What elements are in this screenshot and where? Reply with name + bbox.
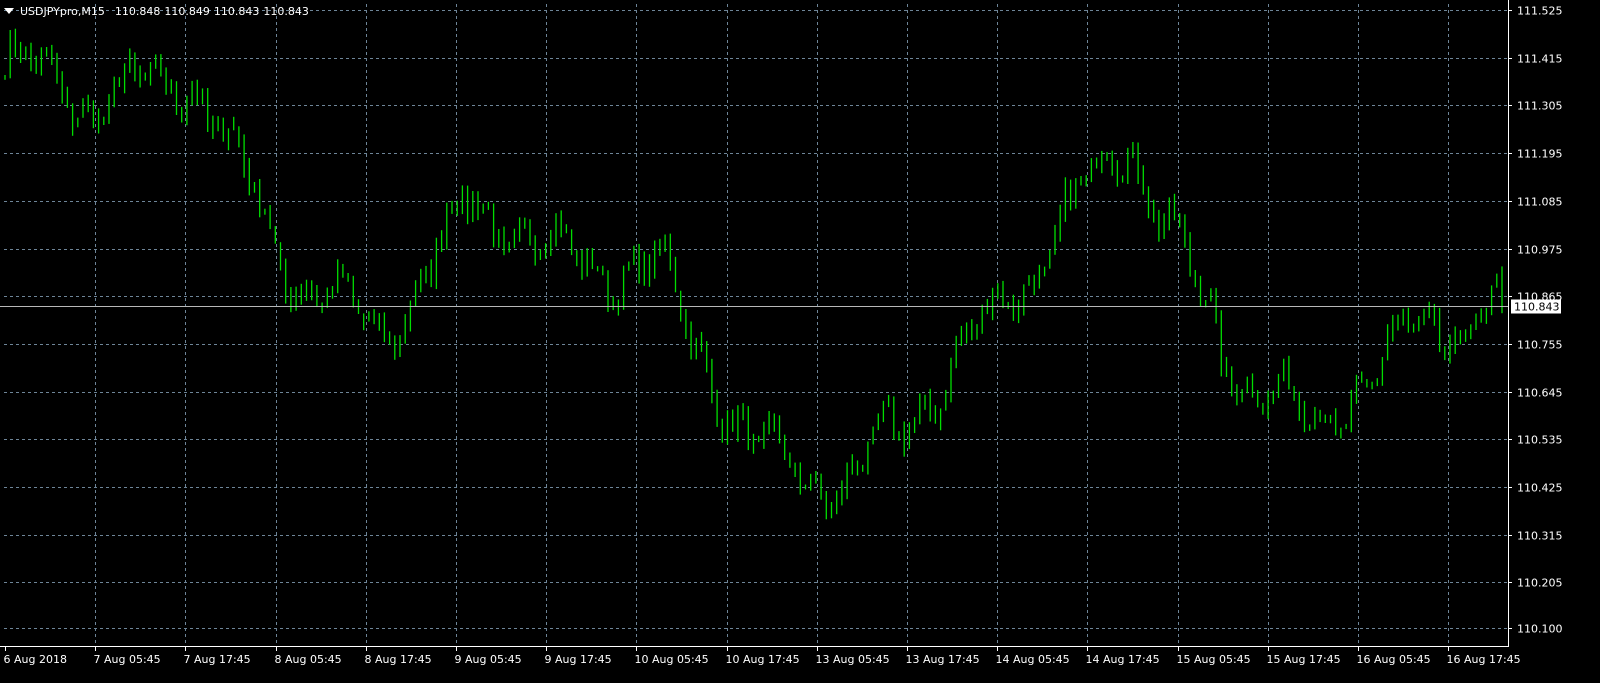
x-tick-label: 10 Aug 17:45	[726, 653, 800, 666]
x-tick-label: 16 Aug 05:45	[1357, 653, 1431, 666]
x-tick-label: 16 Aug 17:45	[1447, 653, 1521, 666]
ohlc-header: USDJPYpro,M15 110.848 110.849 110.843 11…	[4, 3, 309, 19]
x-tick-label: 15 Aug 17:45	[1267, 653, 1341, 666]
chart-menu-triangle-icon[interactable]	[4, 8, 14, 14]
y-tick-label: 111.085	[1517, 196, 1563, 209]
y-tick-label: 110.425	[1517, 482, 1563, 495]
y-tick-label: 110.315	[1517, 530, 1563, 543]
x-tick-label: 10 Aug 05:45	[635, 653, 709, 666]
price-chart[interactable]: 111.525 111.415 111.305 111.195 111.085 110.9…	[0, 0, 1600, 683]
ohlc-high: 110.849	[164, 4, 210, 18]
y-tick-label: 111.305	[1517, 100, 1563, 113]
x-tick-label: 9 Aug 05:45	[455, 653, 522, 666]
y-tick-label: 111.195	[1517, 148, 1563, 161]
y-tick-label: 110.975	[1517, 244, 1563, 257]
ohlc-close: 110.843	[263, 4, 309, 18]
y-tick-label: 110.100	[1517, 623, 1563, 636]
y-tick-label: 110.755	[1517, 339, 1563, 352]
chart-background	[0, 0, 1600, 683]
x-tick-label: 8 Aug 17:45	[365, 653, 432, 666]
chart-window[interactable]: 111.525 111.415 111.305 111.195 111.085 110.9…	[0, 0, 1600, 683]
ohlc-low: 110.843	[213, 4, 260, 18]
x-tick-label: 7 Aug 05:45	[94, 653, 161, 666]
current-price-label: 110.843	[1511, 299, 1561, 314]
y-tick-label: 110.205	[1517, 577, 1563, 590]
y-tick-label: 111.415	[1517, 53, 1563, 66]
x-tick-label: 13 Aug 05:45	[816, 653, 890, 666]
x-tick-label: 14 Aug 05:45	[996, 653, 1070, 666]
y-tick-label: 110.645	[1517, 387, 1563, 400]
x-tick-label: 8 Aug 05:45	[275, 653, 342, 666]
y-tick-label: 111.525	[1517, 5, 1563, 18]
x-tick-label: 9 Aug 17:45	[545, 653, 612, 666]
symbol-label: USDJPYpro,M15	[20, 4, 105, 18]
y-tick-label: 110.535	[1517, 434, 1563, 447]
x-tick-label: 7 Aug 17:45	[184, 653, 251, 666]
x-tick-label: 15 Aug 05:45	[1177, 653, 1251, 666]
current-price-label-text: 110.843	[1514, 301, 1560, 314]
x-tick-label: 13 Aug 17:45	[906, 653, 980, 666]
x-tick-label: 6 Aug 2018	[4, 653, 67, 666]
ohlc-open: 110.848	[114, 4, 161, 18]
x-tick-label: 14 Aug 17:45	[1086, 653, 1160, 666]
